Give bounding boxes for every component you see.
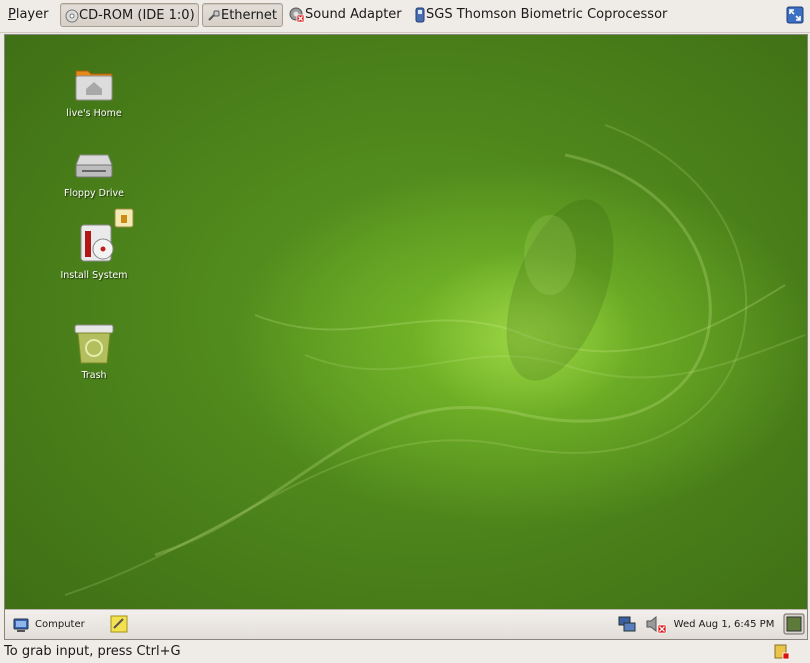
sound-card-disconnected-icon [289,7,305,22]
player-menu-mnemonic: P [8,7,16,22]
desktop-icon-label: Floppy Drive [64,188,124,199]
network-plug-icon [208,10,220,21]
cd-disc-icon [65,9,79,22]
desktop-icon-label: Trash [81,370,107,381]
guest-screen[interactable]: live's Home Floppy Drive Install System [4,34,808,640]
desktop-icon-trash[interactable]: Trash [49,321,139,381]
computer-monitor-icon [13,618,29,632]
ethernet-device-label: Ethernet [221,8,277,23]
computer-menu-label: Computer [35,619,85,630]
sound-device-label: Sound Adapter [305,7,402,22]
ethernet-device-button[interactable]: Ethernet [202,3,283,27]
home-folder-icon [75,70,113,101]
desktop-icon-label: live's Home [66,108,122,119]
sound-device-button[interactable]: Sound Adapter [289,3,402,27]
cdrom-device-label: CD-ROM (IDE 1:0) [79,8,195,23]
panel-clock[interactable]: Wed Aug 1, 6:45 PM [669,614,779,636]
guest-taskbar: Computer Wed Aug 1, 6:45 PM [5,609,807,639]
cdrom-device-button[interactable]: CD-ROM (IDE 1:0) [60,3,199,27]
trash-icon [74,324,114,364]
volume-applet[interactable] [645,614,667,636]
show-desktop-icon [783,613,805,635]
fullscreen-icon[interactable] [786,6,804,24]
volume-muted-icon [646,615,667,634]
player-menu-label: layer [15,7,49,22]
sticky-notes-icon [110,615,128,633]
biometric-device-button[interactable]: SGS Thomson Biometric Coprocessor [414,3,667,27]
grab-input-hint: To grab input, press Ctrl+G [4,644,181,659]
floppy-drive-icon [75,154,113,178]
show-desktop-button[interactable] [783,613,805,635]
desktop-icon-label: Install System [60,270,128,281]
network-status-applet[interactable] [617,614,637,636]
desktop[interactable]: live's Home Floppy Drive Install System [5,35,807,609]
biometric-device-label: SGS Thomson Biometric Coprocessor [426,7,668,22]
vm-menubar: Player CD-ROM (IDE 1:0) Ethernet Sound A… [0,0,810,33]
computer-menu-button[interactable]: Computer [13,614,85,636]
notes-launcher[interactable] [109,614,129,636]
install-system-icon [80,208,134,262]
network-status-icon [618,616,636,632]
vm-status-bar: To grab input, press Ctrl+G [0,641,810,663]
desktop-icon-floppy[interactable]: Floppy Drive [49,141,139,199]
desktop-icon-home[interactable]: live's Home [49,61,139,119]
usb-device-icon [415,7,425,22]
vm-tools-warning-icon[interactable] [774,644,790,660]
desktop-icon-install[interactable]: Install System [49,207,139,281]
player-menu[interactable]: Player [8,3,48,27]
